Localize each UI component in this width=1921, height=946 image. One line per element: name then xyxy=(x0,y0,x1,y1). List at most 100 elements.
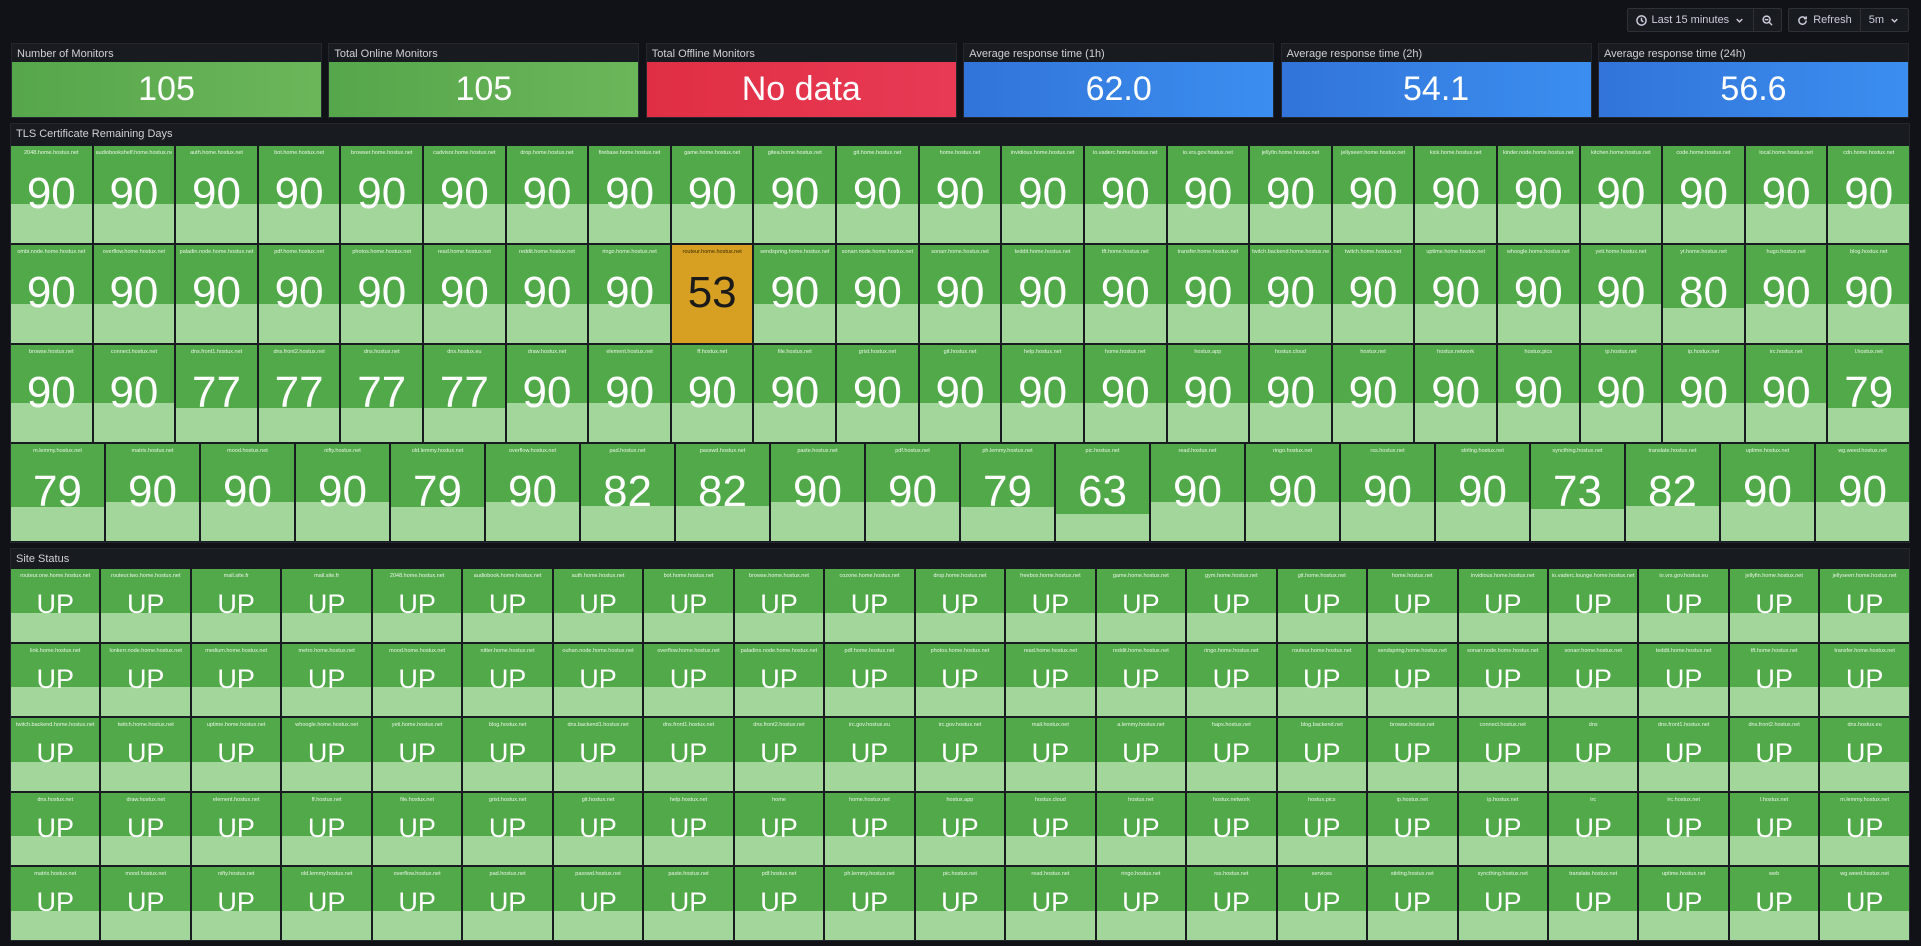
monitor-tile[interactable]: pic.hostux.net UP xyxy=(915,867,1005,940)
monitor-tile[interactable]: overflow.home.hostux.net UP xyxy=(644,643,733,717)
monitor-tile[interactable]: firebase.home.hostux.net 90 xyxy=(589,146,670,244)
monitor-tile[interactable]: element.hostux.net UP xyxy=(191,792,281,866)
monitor-tile[interactable]: dns.front1.hostux.net UP xyxy=(644,718,733,791)
monitor-tile[interactable]: l.hostux.net UP xyxy=(1729,792,1819,866)
monitor-tile[interactable]: irc.hostux.net 90 xyxy=(1745,344,1827,442)
monitor-tile[interactable]: twitch.home.hostux.net UP xyxy=(101,718,190,791)
monitor-tile[interactable]: ringo.hostux.net 90 xyxy=(1246,443,1339,541)
monitor-tile[interactable]: mood.home.hostux.net UP xyxy=(372,643,462,717)
monitor-tile[interactable]: pic.hostux.net 63 xyxy=(1056,443,1149,541)
monitor-tile[interactable]: ombi.node.home.hostux.net 90 xyxy=(11,245,92,343)
monitor-tile[interactable]: photos.home.hostux.net UP xyxy=(915,643,1005,717)
monitor-tile[interactable]: uptime.home.hostux.net UP xyxy=(191,718,281,791)
monitor-tile[interactable]: uptime.hostux.net 90 xyxy=(1721,443,1814,541)
monitor-tile[interactable]: ph.lemmy.hostux.net 79 xyxy=(961,443,1054,541)
monitor-tile[interactable]: sendspring.home.hostux.net 90 xyxy=(754,245,836,343)
monitor-tile[interactable]: local.home.hostux.net 90 xyxy=(1745,146,1827,244)
monitor-tile[interactable]: freebox.home.hostux.net UP xyxy=(1006,569,1095,642)
monitor-tile[interactable]: jellyfin.home.hostux.net UP xyxy=(1729,569,1819,642)
zoom-out-button[interactable] xyxy=(1753,9,1781,31)
monitor-tile[interactable]: 2048.home.hostux.net 90 xyxy=(11,146,92,244)
monitor-tile[interactable]: file.hostux.net 90 xyxy=(754,344,836,442)
monitor-tile[interactable]: photos.home.hostux.net 90 xyxy=(341,245,423,343)
monitor-tile[interactable]: irc UP xyxy=(1548,792,1638,866)
monitor-tile[interactable]: routeur.one.home.hostux.net UP xyxy=(11,569,100,642)
monitor-tile[interactable]: pdf.home.hostux.net 90 xyxy=(258,245,340,343)
monitor-tile[interactable]: wg.weed.hostux.net UP xyxy=(1820,867,1909,940)
monitor-tile[interactable]: browse.hostux.net 90 xyxy=(11,344,92,442)
monitor-tile[interactable]: old.lemmy.hostux.net UP xyxy=(282,867,371,940)
monitor-tile[interactable]: io.vaderc.lounge.home.hostux.net UP xyxy=(1548,569,1638,642)
monitor-tile[interactable]: git.hostux.net UP xyxy=(553,792,643,866)
monitor-tile[interactable]: routeur.home.hostux.net UP xyxy=(1277,643,1367,717)
monitor-tile[interactable]: ip.hostux.net UP xyxy=(1458,792,1547,866)
monitor-tile[interactable]: lonkerr.node.home.hostux.net UP xyxy=(101,643,190,717)
monitor-tile[interactable]: routeur.two.home.hostux.net UP xyxy=(101,569,190,642)
monitor-tile[interactable]: paste.hostux.net 90 xyxy=(771,443,864,541)
monitor-tile[interactable]: hostux.net UP xyxy=(1096,792,1186,866)
monitor-tile[interactable]: syncthing.hostux.net 73 xyxy=(1531,443,1624,541)
monitor-tile[interactable]: transfer.home.hostux.net 90 xyxy=(1167,245,1249,343)
monitor-tile[interactable]: twitch.home.hostux.net 90 xyxy=(1332,245,1414,343)
monitor-tile[interactable]: dns.front2.hostux.net 77 xyxy=(258,344,340,442)
monitor-tile[interactable]: pdf.hostux.net UP xyxy=(734,867,824,940)
monitor-tile[interactable]: matrix.hostux.net 90 xyxy=(106,443,199,541)
monitor-tile[interactable]: yt.home.hostux.net 80 xyxy=(1663,245,1744,343)
monitor-tile[interactable]: paladin.node.home.hostux.net 90 xyxy=(176,245,257,343)
monitor-tile[interactable]: a.lemmy.hostux.net UP xyxy=(1096,718,1186,791)
monitor-tile[interactable]: 2048.home.hostux.net UP xyxy=(372,569,462,642)
monitor-tile[interactable]: io.vaderc.home.hostux.net 90 xyxy=(1084,146,1166,244)
monitor-tile[interactable]: sendspring.home.hostux.net UP xyxy=(1368,643,1457,717)
monitor-tile[interactable]: translate.hostux.net 82 xyxy=(1626,443,1719,541)
monitor-tile[interactable]: bot.home.hostux.net 90 xyxy=(258,146,340,244)
monitor-tile[interactable]: io.vrs.gov.hostux.net 90 xyxy=(1167,146,1249,244)
monitor-tile[interactable]: home UP xyxy=(734,792,824,866)
monitor-tile[interactable]: ip.hostux.net UP xyxy=(1368,792,1457,866)
monitor-tile[interactable]: kick.home.hostux.net 90 xyxy=(1415,146,1496,244)
monitor-tile[interactable]: jellyseerr.home.hostux.net UP xyxy=(1820,569,1909,642)
monitor-tile[interactable]: routeur.home.hostux.net 53 xyxy=(671,245,753,343)
refresh-interval-picker[interactable]: 5m xyxy=(1859,9,1908,31)
monitor-tile[interactable]: web UP xyxy=(1729,867,1819,940)
monitor-tile[interactable]: hostux.app 90 xyxy=(1167,344,1249,442)
monitor-tile[interactable]: game.home.hostux.net UP xyxy=(1096,569,1186,642)
monitor-tile[interactable]: auth.home.hostux.net 90 xyxy=(176,146,257,244)
monitor-tile[interactable]: help.hostux.net UP xyxy=(644,792,733,866)
monitor-tile[interactable]: dns.hostux.net UP xyxy=(11,792,100,866)
monitor-tile[interactable]: kinder.node.home.hostux.net 90 xyxy=(1497,146,1579,244)
monitor-tile[interactable]: paste.hostux.net UP xyxy=(644,867,733,940)
monitor-tile[interactable]: dns.front2.hostux.net UP xyxy=(1729,718,1819,791)
monitor-tile[interactable]: metro.home.hostux.net UP xyxy=(282,643,371,717)
monitor-tile[interactable]: stirling.hostux.net 90 xyxy=(1436,443,1529,541)
monitor-tile[interactable]: ip.hostux.net 90 xyxy=(1663,344,1744,442)
monitor-tile[interactable]: teddit.home.hostux.net UP xyxy=(1639,643,1728,717)
monitor-tile[interactable]: hostux.network 90 xyxy=(1415,344,1496,442)
monitor-tile[interactable]: home.hostux.net UP xyxy=(1368,569,1457,642)
monitor-tile[interactable]: irc.hostux.net UP xyxy=(1639,792,1728,866)
monitor-tile[interactable]: read.hostux.net UP xyxy=(1006,867,1095,940)
monitor-tile[interactable]: passwd.hostux.net UP xyxy=(553,867,643,940)
monitor-tile[interactable]: bot.home.hostux.net UP xyxy=(644,569,733,642)
monitor-tile[interactable]: uptime.hostux.net UP xyxy=(1639,867,1728,940)
monitor-tile[interactable]: yeti.home.hostux.net 90 xyxy=(1580,245,1662,343)
monitor-tile[interactable]: invidious.home.hostux.net 90 xyxy=(1002,146,1083,244)
monitor-tile[interactable]: m.lemmy.hostux.net 79 xyxy=(11,443,104,541)
monitor-tile[interactable]: m.lemmy.hostux.net UP xyxy=(1820,792,1909,866)
monitor-tile[interactable]: mood.hostux.net UP xyxy=(101,867,190,940)
monitor-tile[interactable]: home.hostux.net UP xyxy=(825,792,914,866)
monitor-tile[interactable]: overflow.hostux.net 90 xyxy=(486,443,579,541)
monitor-tile[interactable]: cadvisor.home.hostux.net 90 xyxy=(424,146,505,244)
monitor-tile[interactable]: hostux.pics 90 xyxy=(1497,344,1579,442)
monitor-tile[interactable]: ip.hostux.net 90 xyxy=(1580,344,1662,442)
monitor-tile[interactable]: drop.home.hostux.net 90 xyxy=(506,146,588,244)
monitor-tile[interactable]: connect.hostux.net 90 xyxy=(93,344,175,442)
monitor-tile[interactable]: old.lemmy.hostux.net 79 xyxy=(391,443,484,541)
time-range-picker[interactable]: Last 15 minutes xyxy=(1628,9,1754,31)
monitor-tile[interactable]: hostux.cloud 90 xyxy=(1250,344,1331,442)
monitor-tile[interactable]: hostux.pics UP xyxy=(1277,792,1367,866)
monitor-tile[interactable]: hostux.network UP xyxy=(1187,792,1276,866)
monitor-tile[interactable]: pad.hostux.net UP xyxy=(463,867,552,940)
monitor-tile[interactable]: dns.backend1.hostux.net UP xyxy=(553,718,643,791)
monitor-tile[interactable]: connect.hostux.net UP xyxy=(1458,718,1547,791)
monitor-tile[interactable]: git.home.hostux.net UP xyxy=(1277,569,1367,642)
